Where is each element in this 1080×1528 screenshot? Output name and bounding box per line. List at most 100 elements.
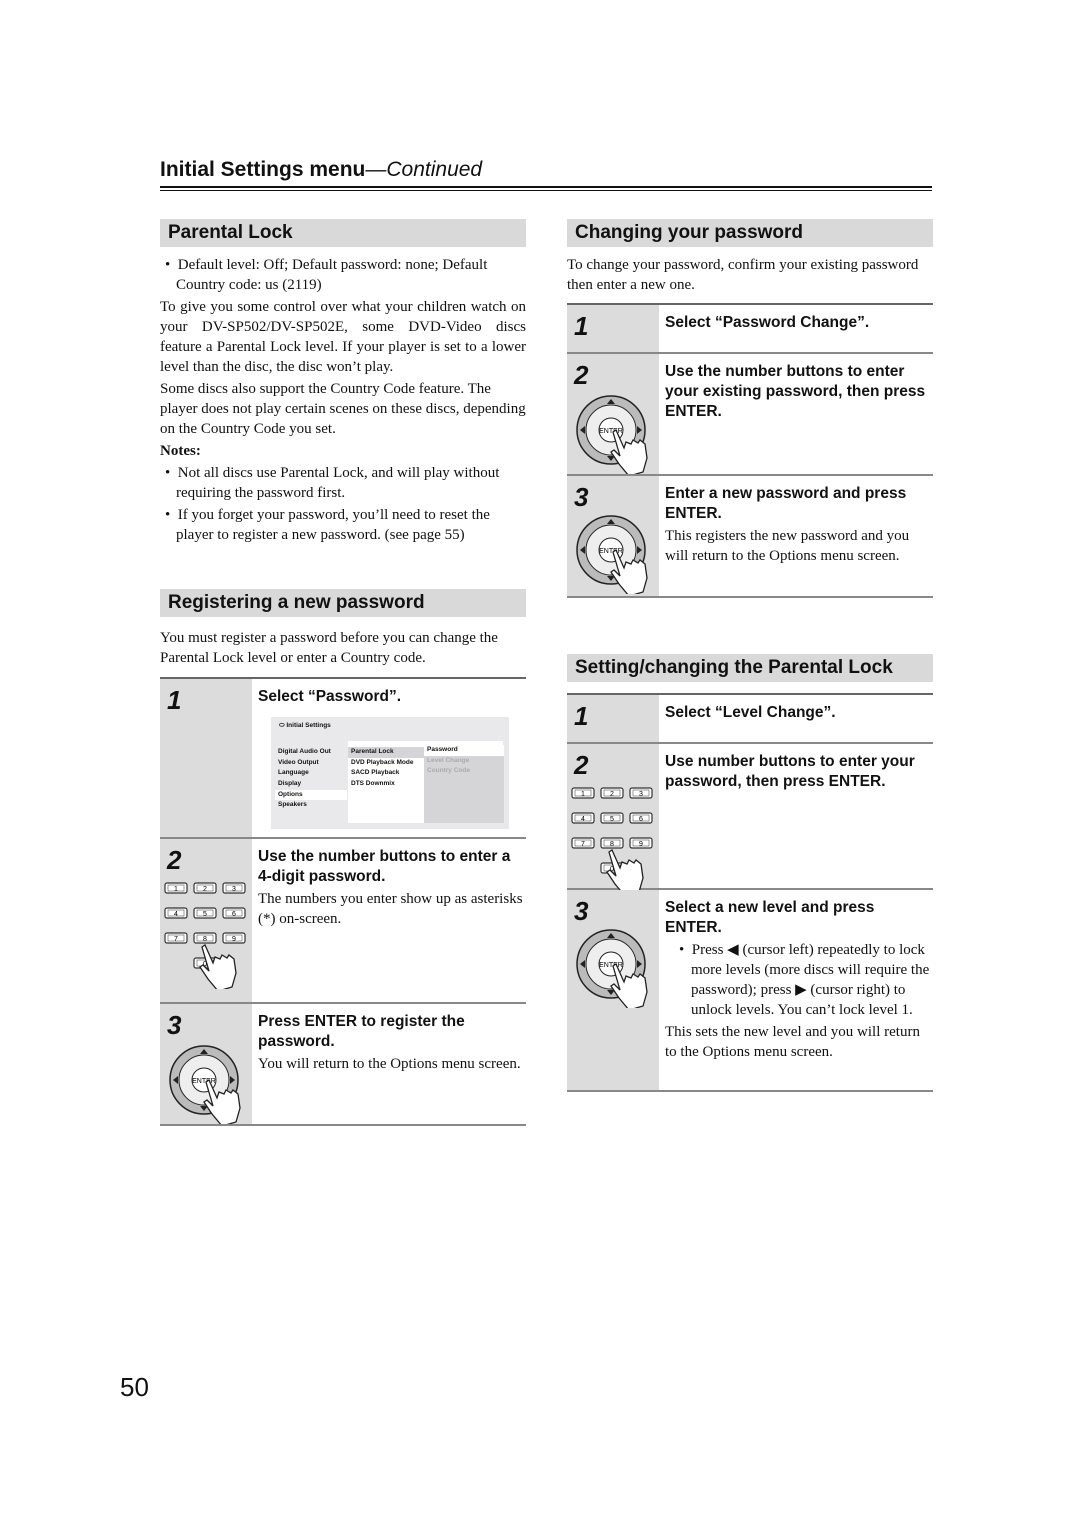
step-2: 2 1234567890 Use the number buttons to e… <box>160 839 526 1004</box>
svg-text:6: 6 <box>232 911 236 918</box>
title-continued: —Continued <box>365 158 483 181</box>
hand-icon <box>606 849 644 894</box>
setting-heading: Setting/changing the Parental Lock <box>567 654 933 682</box>
keypad-icon: 1 2 34 5 67 8 90 <box>571 787 653 894</box>
step-title: Select a new level and press ENTER. <box>665 899 875 936</box>
svg-text:ENTER: ENTER <box>192 1078 216 1085</box>
notes-label: Notes: <box>160 443 201 459</box>
svg-text:5: 5 <box>203 911 207 918</box>
step-number: 3 <box>574 482 589 512</box>
parental-lock-heading: Parental Lock <box>160 219 526 247</box>
remote-enter-icon: ENTER <box>576 929 648 1008</box>
step-description: You will return to the Options menu scre… <box>258 1056 521 1072</box>
svg-text:6: 6 <box>639 816 643 823</box>
step-description: This sets the new level and you will ret… <box>665 1024 920 1060</box>
svg-text:3: 3 <box>639 791 643 798</box>
step-title: Use the number buttons to enter your exi… <box>665 363 926 420</box>
menu-item: Display <box>278 780 302 788</box>
step-number: 3 <box>574 896 589 926</box>
registering-heading: Registering a new password <box>160 589 526 617</box>
remote-enter-icon: ENTER <box>576 515 648 594</box>
step-number-box: 3 ENTER <box>160 1004 252 1124</box>
keypad-key: 2 <box>193 882 217 894</box>
menu-item: SACD Playback <box>351 769 400 777</box>
step-number-box: 1 <box>567 305 659 352</box>
step-title: Select “Level Change”. <box>665 704 836 721</box>
keypad-key: 4 <box>571 812 595 824</box>
menu-item-level-change: Level Change <box>427 756 470 764</box>
step-title: Press ENTER to register the password. <box>258 1013 465 1050</box>
paragraph: To give you some control over what your … <box>160 299 526 375</box>
step-1: 1 Select “Level Change”. <box>567 695 933 744</box>
step-number: 2 <box>574 750 589 780</box>
step-bullet: • Press ◀ (cursor left) repeatedly to lo… <box>679 942 930 1018</box>
step-3: 3 ENTER Enter a new password and press E… <box>567 476 933 598</box>
svg-text:7: 7 <box>581 841 585 848</box>
menu-title-text: Initial Settings <box>286 722 331 729</box>
registering-steps: 1 Select “Password”. ⬭ Initial Settings … <box>160 677 526 1126</box>
step-number: 2 <box>574 360 589 390</box>
keypad-key: 7 <box>571 837 595 849</box>
hand-icon <box>199 944 237 989</box>
menu-item: DTS Downmix <box>351 780 395 788</box>
svg-text:ENTER: ENTER <box>599 962 623 969</box>
svg-text:1: 1 <box>174 886 178 893</box>
page-number: 50 <box>120 1372 149 1402</box>
svg-text:8: 8 <box>203 936 207 943</box>
default-bullet: • Default level: Off; Default password: … <box>165 257 488 293</box>
svg-text:9: 9 <box>232 936 236 943</box>
keypad-key: 6 <box>629 812 653 824</box>
step-title: Select “Password Change”. <box>665 314 870 331</box>
bullet-text: Press ◀ (cursor left) repeatedly to lock… <box>691 942 930 1018</box>
paragraph: Some discs also support the Country Code… <box>160 381 526 437</box>
keypad-key: 9 <box>629 837 653 849</box>
menu-item: DVD Playback Mode <box>351 758 414 766</box>
step-3: 3 ENTER Select a new level and press ENT… <box>567 890 933 1092</box>
menu-item-parental-lock: Parental Lock <box>348 747 424 758</box>
initial-settings-menu-screenshot: ⬭ Initial Settings Password Level Change… <box>271 717 509 829</box>
step-number-box: 3 ENTER <box>567 476 659 596</box>
step-title: Enter a new password and press ENTER. <box>665 485 907 522</box>
remote-enter-icon: ENTER <box>169 1045 241 1124</box>
keypad-key: 3 <box>222 882 246 894</box>
step-number-box: 1 <box>160 679 252 837</box>
svg-text:2: 2 <box>610 791 614 798</box>
svg-text:5: 5 <box>610 816 614 823</box>
step-2: 2 1234567890 Use number buttons to enter… <box>567 744 933 894</box>
keypad-icon: 1 2 34 5 67 8 90 <box>164 882 246 989</box>
step-number: 3 <box>167 1010 182 1040</box>
keypad-key: 8 <box>193 932 217 944</box>
note-text: If you forget your password, you’ll need… <box>176 507 490 543</box>
menu-item-country-code: Country Code <box>427 767 470 775</box>
svg-text:1: 1 <box>581 791 585 798</box>
svg-text:ENTER: ENTER <box>599 428 623 435</box>
svg-text:ENTER: ENTER <box>599 548 623 555</box>
menu-item: Language <box>278 769 309 777</box>
note: • If you forget your password, you’ll ne… <box>165 507 490 543</box>
changing-heading: Changing your password <box>567 219 933 247</box>
menu-col1: Digital Audio Out Video Output Language … <box>275 747 347 811</box>
keypad-key: 4 <box>164 907 188 919</box>
keypad-key: 2 <box>600 787 624 799</box>
bullet-text: Default level: Off; Default password: no… <box>176 257 488 293</box>
step-number: 1 <box>574 701 589 731</box>
step-number-box: 1 <box>567 695 659 742</box>
step-number: 1 <box>167 685 182 715</box>
step-number-box: 2 1234567890 <box>567 744 659 894</box>
title-text: Initial Settings menu <box>160 158 366 181</box>
keypad-key: 9 <box>222 932 246 944</box>
step-title: Select “Password”. <box>258 688 402 705</box>
page-title: Initial Settings menu—Continued <box>160 158 482 182</box>
step-title: Use the number buttons to enter a 4-digi… <box>258 848 511 885</box>
svg-text:9: 9 <box>639 841 643 848</box>
menu-item: Video Output <box>278 758 319 766</box>
keypad-key: 5 <box>193 907 217 919</box>
step-1: 1 Select “Password”. ⬭ Initial Settings … <box>160 679 526 839</box>
keypad-key: 6 <box>222 907 246 919</box>
step-2: 2 ENTER Use the number buttons to enter … <box>567 354 933 476</box>
note-text: Not all discs use Parental Lock, and wil… <box>176 465 500 501</box>
changing-steps: 1 Select “Password Change”. 2 ENTER Use … <box>567 303 933 598</box>
menu-col3: Password Level Change Country Code <box>424 745 504 823</box>
title-rule-thin <box>160 190 932 191</box>
step-number-box: 2 1234567890 <box>160 839 252 1002</box>
